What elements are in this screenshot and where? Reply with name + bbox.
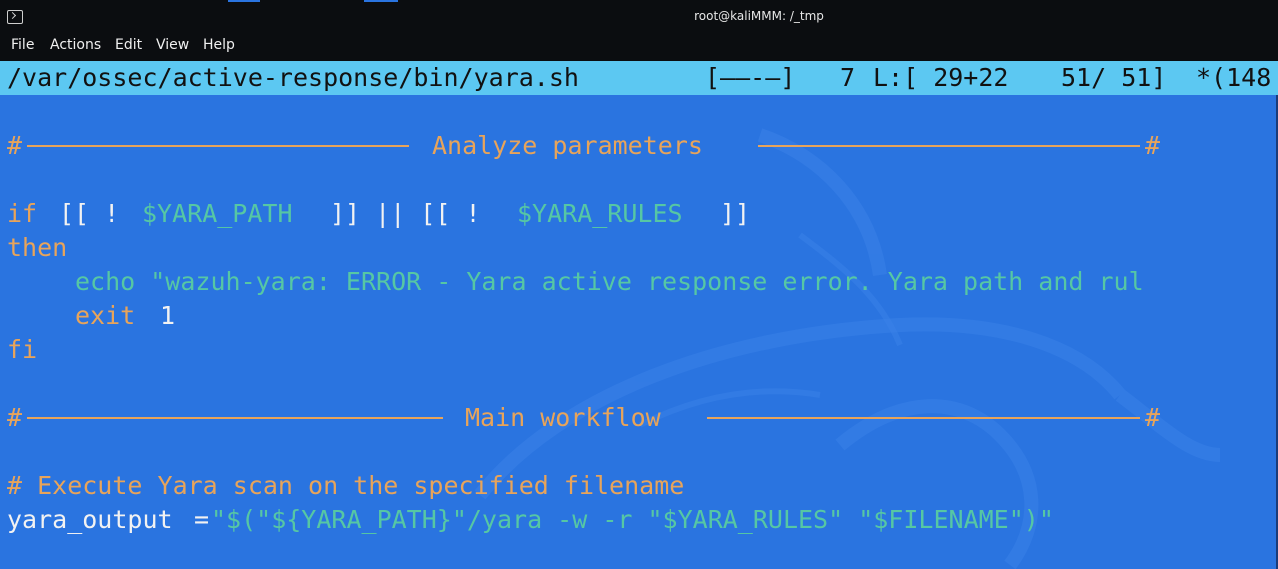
keyword-exit: exit [75, 301, 136, 330]
code-comment: # Execute Yara scan on the specified fil… [7, 471, 685, 500]
code-token: ]] [720, 199, 751, 228]
assign-operator: = [194, 505, 210, 534]
mode-indicator: [——-—] [705, 63, 796, 92]
section-hash-right: # [1145, 131, 1161, 160]
tab-indicator [364, 0, 398, 2]
echo-line: echo "wazuh-yara: ERROR - Yara active re… [75, 267, 1144, 296]
keyword-if: if [7, 199, 38, 228]
keyword-fi: fi [7, 335, 38, 364]
code-token: [[ ! [59, 199, 120, 228]
editor-area[interactable]: # Analyze parameters # if [[ ! $YARA_PAT… [0, 95, 1278, 569]
menu-help[interactable]: Help [203, 37, 235, 53]
editor-status-line: /var/ossec/active-response/bin/yara.sh [… [0, 61, 1278, 95]
section-rule [758, 145, 1140, 147]
keyword-then: then [7, 233, 68, 262]
position-indicator: L:[ 29+22 [873, 63, 1009, 92]
section-title-main: Main workflow [465, 403, 661, 432]
title-bar: root@kaliMMM: /_tmp [0, 0, 1278, 34]
window-title: root@kaliMMM: /_tmp [694, 9, 824, 23]
section-hash-left: # [7, 403, 23, 432]
exit-code: 1 [160, 301, 176, 330]
menu-actions[interactable]: Actions [50, 37, 101, 53]
menu-file[interactable]: File [11, 37, 34, 53]
assign-value: "$("${YARA_PATH}"/yara -w -r "$YARA_RULE… [211, 505, 1054, 534]
section-rule [707, 417, 1140, 419]
code-token: ]] || [[ ! [330, 199, 481, 228]
char-count: *(148 [1196, 63, 1272, 92]
section-hash-right: # [1145, 403, 1161, 432]
section-rule [27, 417, 443, 419]
assign-variable: yara_output [7, 505, 173, 534]
line-count: 51/ 51] [1061, 63, 1167, 92]
menu-edit[interactable]: Edit [115, 37, 142, 53]
section-hash-left: # [7, 131, 23, 160]
variable-yara-rules: $YARA_RULES [517, 199, 683, 228]
variable-yara-path: $YARA_PATH [142, 199, 293, 228]
tab-indicator [228, 0, 260, 2]
menu-view[interactable]: View [156, 37, 189, 53]
file-path: /var/ossec/active-response/bin/yara.sh [7, 63, 579, 92]
column-indicator: 7 [840, 63, 856, 92]
section-rule [27, 145, 409, 147]
menu-bar: File Actions Edit View Help [0, 34, 1278, 61]
section-title-analyze: Analyze parameters [432, 131, 703, 160]
